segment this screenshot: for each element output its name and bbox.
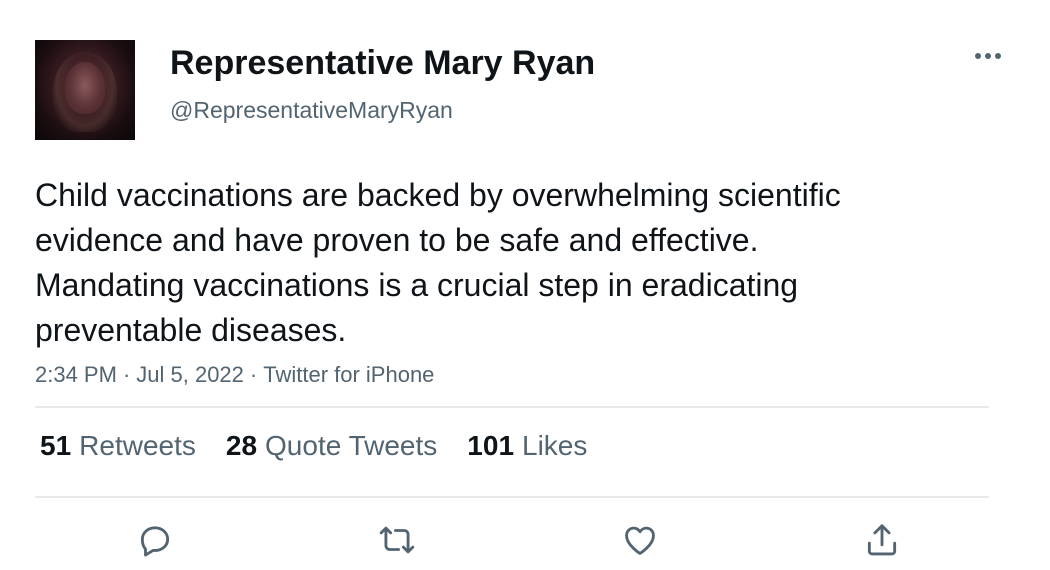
like-button[interactable] bbox=[620, 520, 660, 560]
retweets-count: 51 bbox=[40, 430, 72, 461]
divider-bottom bbox=[35, 496, 989, 498]
reply-button[interactable] bbox=[135, 520, 175, 560]
tweet-time[interactable]: 2:34 PM bbox=[35, 362, 117, 387]
retweets-stat[interactable]: 51 Retweets bbox=[40, 430, 196, 462]
divider-top bbox=[35, 406, 989, 408]
meta-separator: · bbox=[122, 362, 131, 387]
share-icon bbox=[867, 524, 897, 556]
reply-icon bbox=[140, 526, 170, 557]
tweet-date[interactable]: Jul 5, 2022 bbox=[136, 362, 244, 387]
likes-label: Likes bbox=[522, 430, 588, 461]
retweet-icon bbox=[379, 526, 415, 554]
retweet-button[interactable] bbox=[377, 520, 417, 560]
author-display-name[interactable]: Representative Mary Ryan bbox=[170, 44, 595, 83]
quote-tweets-stat[interactable]: 28 Quote Tweets bbox=[226, 430, 437, 462]
tweet-stats: 51 Retweets 28 Quote Tweets 101 Likes bbox=[40, 430, 617, 462]
avatar[interactable] bbox=[35, 40, 135, 140]
likes-count: 101 bbox=[467, 430, 515, 461]
likes-stat[interactable]: 101 Likes bbox=[467, 430, 587, 462]
share-button[interactable] bbox=[862, 520, 902, 560]
tweet-text: Child vaccinations are backed by overwhe… bbox=[35, 177, 841, 348]
tweet-detail: Representative Mary Ryan @Representative… bbox=[0, 0, 1050, 570]
retweets-label: Retweets bbox=[79, 430, 196, 461]
tweet-meta: 2:34 PM · Jul 5, 2022 · Twitter for iPhone bbox=[35, 362, 434, 388]
quote-tweets-label: Quote Tweets bbox=[265, 430, 438, 461]
avatar-face bbox=[65, 62, 105, 114]
more-options-button[interactable] bbox=[972, 44, 1004, 68]
like-icon bbox=[625, 526, 655, 555]
more-horizontal-icon bbox=[975, 53, 1001, 59]
author-handle[interactable]: @RepresentativeMaryRyan bbox=[170, 97, 453, 124]
tweet-source[interactable]: Twitter for iPhone bbox=[263, 362, 434, 387]
meta-separator: · bbox=[249, 362, 258, 387]
quote-tweets-count: 28 bbox=[225, 430, 258, 461]
